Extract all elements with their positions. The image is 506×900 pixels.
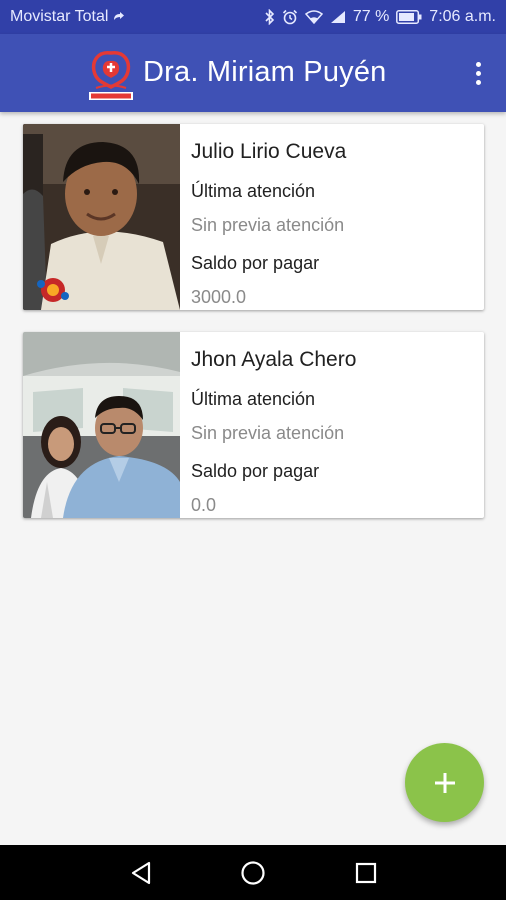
battery-icon <box>396 10 422 24</box>
add-icon <box>434 772 455 793</box>
call-forward-icon <box>112 11 126 23</box>
status-bar: Movistar Total 77 % 7:06 a.m. <box>0 0 506 34</box>
patient-name: Jhon Ayala Chero <box>191 348 357 371</box>
add-patient-button[interactable] <box>405 743 484 822</box>
recents-icon <box>355 862 377 884</box>
back-icon <box>131 861 151 885</box>
balance-value: 0.0 <box>191 495 217 515</box>
navigation-bar <box>0 845 506 900</box>
more-options-button[interactable] <box>468 58 488 88</box>
more-vertical-icon <box>475 61 481 67</box>
patient-photo <box>23 124 180 310</box>
clock: 7:06 a.m. <box>429 8 496 25</box>
patient-card[interactable]: Jhon Ayala Chero Última atención Sin pre… <box>23 332 484 518</box>
status-left: Movistar Total <box>10 8 126 26</box>
last-visit-label: Última atención <box>191 389 316 409</box>
dentistry-logo-icon <box>86 47 136 101</box>
carrier-name: Movistar Total <box>10 8 109 25</box>
balance-label: Saldo por pagar <box>191 253 320 273</box>
home-button[interactable] <box>237 857 269 889</box>
balance-label: Saldo por pagar <box>191 461 320 481</box>
bluetooth-icon <box>264 9 275 25</box>
app-bar: Dra. Miriam Puyén <box>0 34 506 112</box>
recents-button[interactable] <box>350 857 382 889</box>
app-title: Dra. Miriam Puyén <box>143 56 387 88</box>
status-right: 77 % 7:06 a.m. <box>264 8 496 26</box>
alarm-icon <box>282 9 298 25</box>
back-button[interactable] <box>125 857 157 889</box>
patient-name: Julio Lirio Cueva <box>191 140 347 163</box>
wifi-icon <box>304 10 323 24</box>
patient-card[interactable]: Julio Lirio Cueva Última atención Sin pr… <box>23 124 484 310</box>
signal-icon <box>330 10 346 24</box>
last-visit-label: Última atención <box>191 181 316 201</box>
last-visit-value: Sin previa atención <box>191 215 345 235</box>
balance-value: 3000.0 <box>191 287 247 307</box>
last-visit-value: Sin previa atención <box>191 423 345 443</box>
battery-percent: 77 % <box>352 8 390 25</box>
patient-photo <box>23 332 180 518</box>
home-icon <box>241 861 265 885</box>
